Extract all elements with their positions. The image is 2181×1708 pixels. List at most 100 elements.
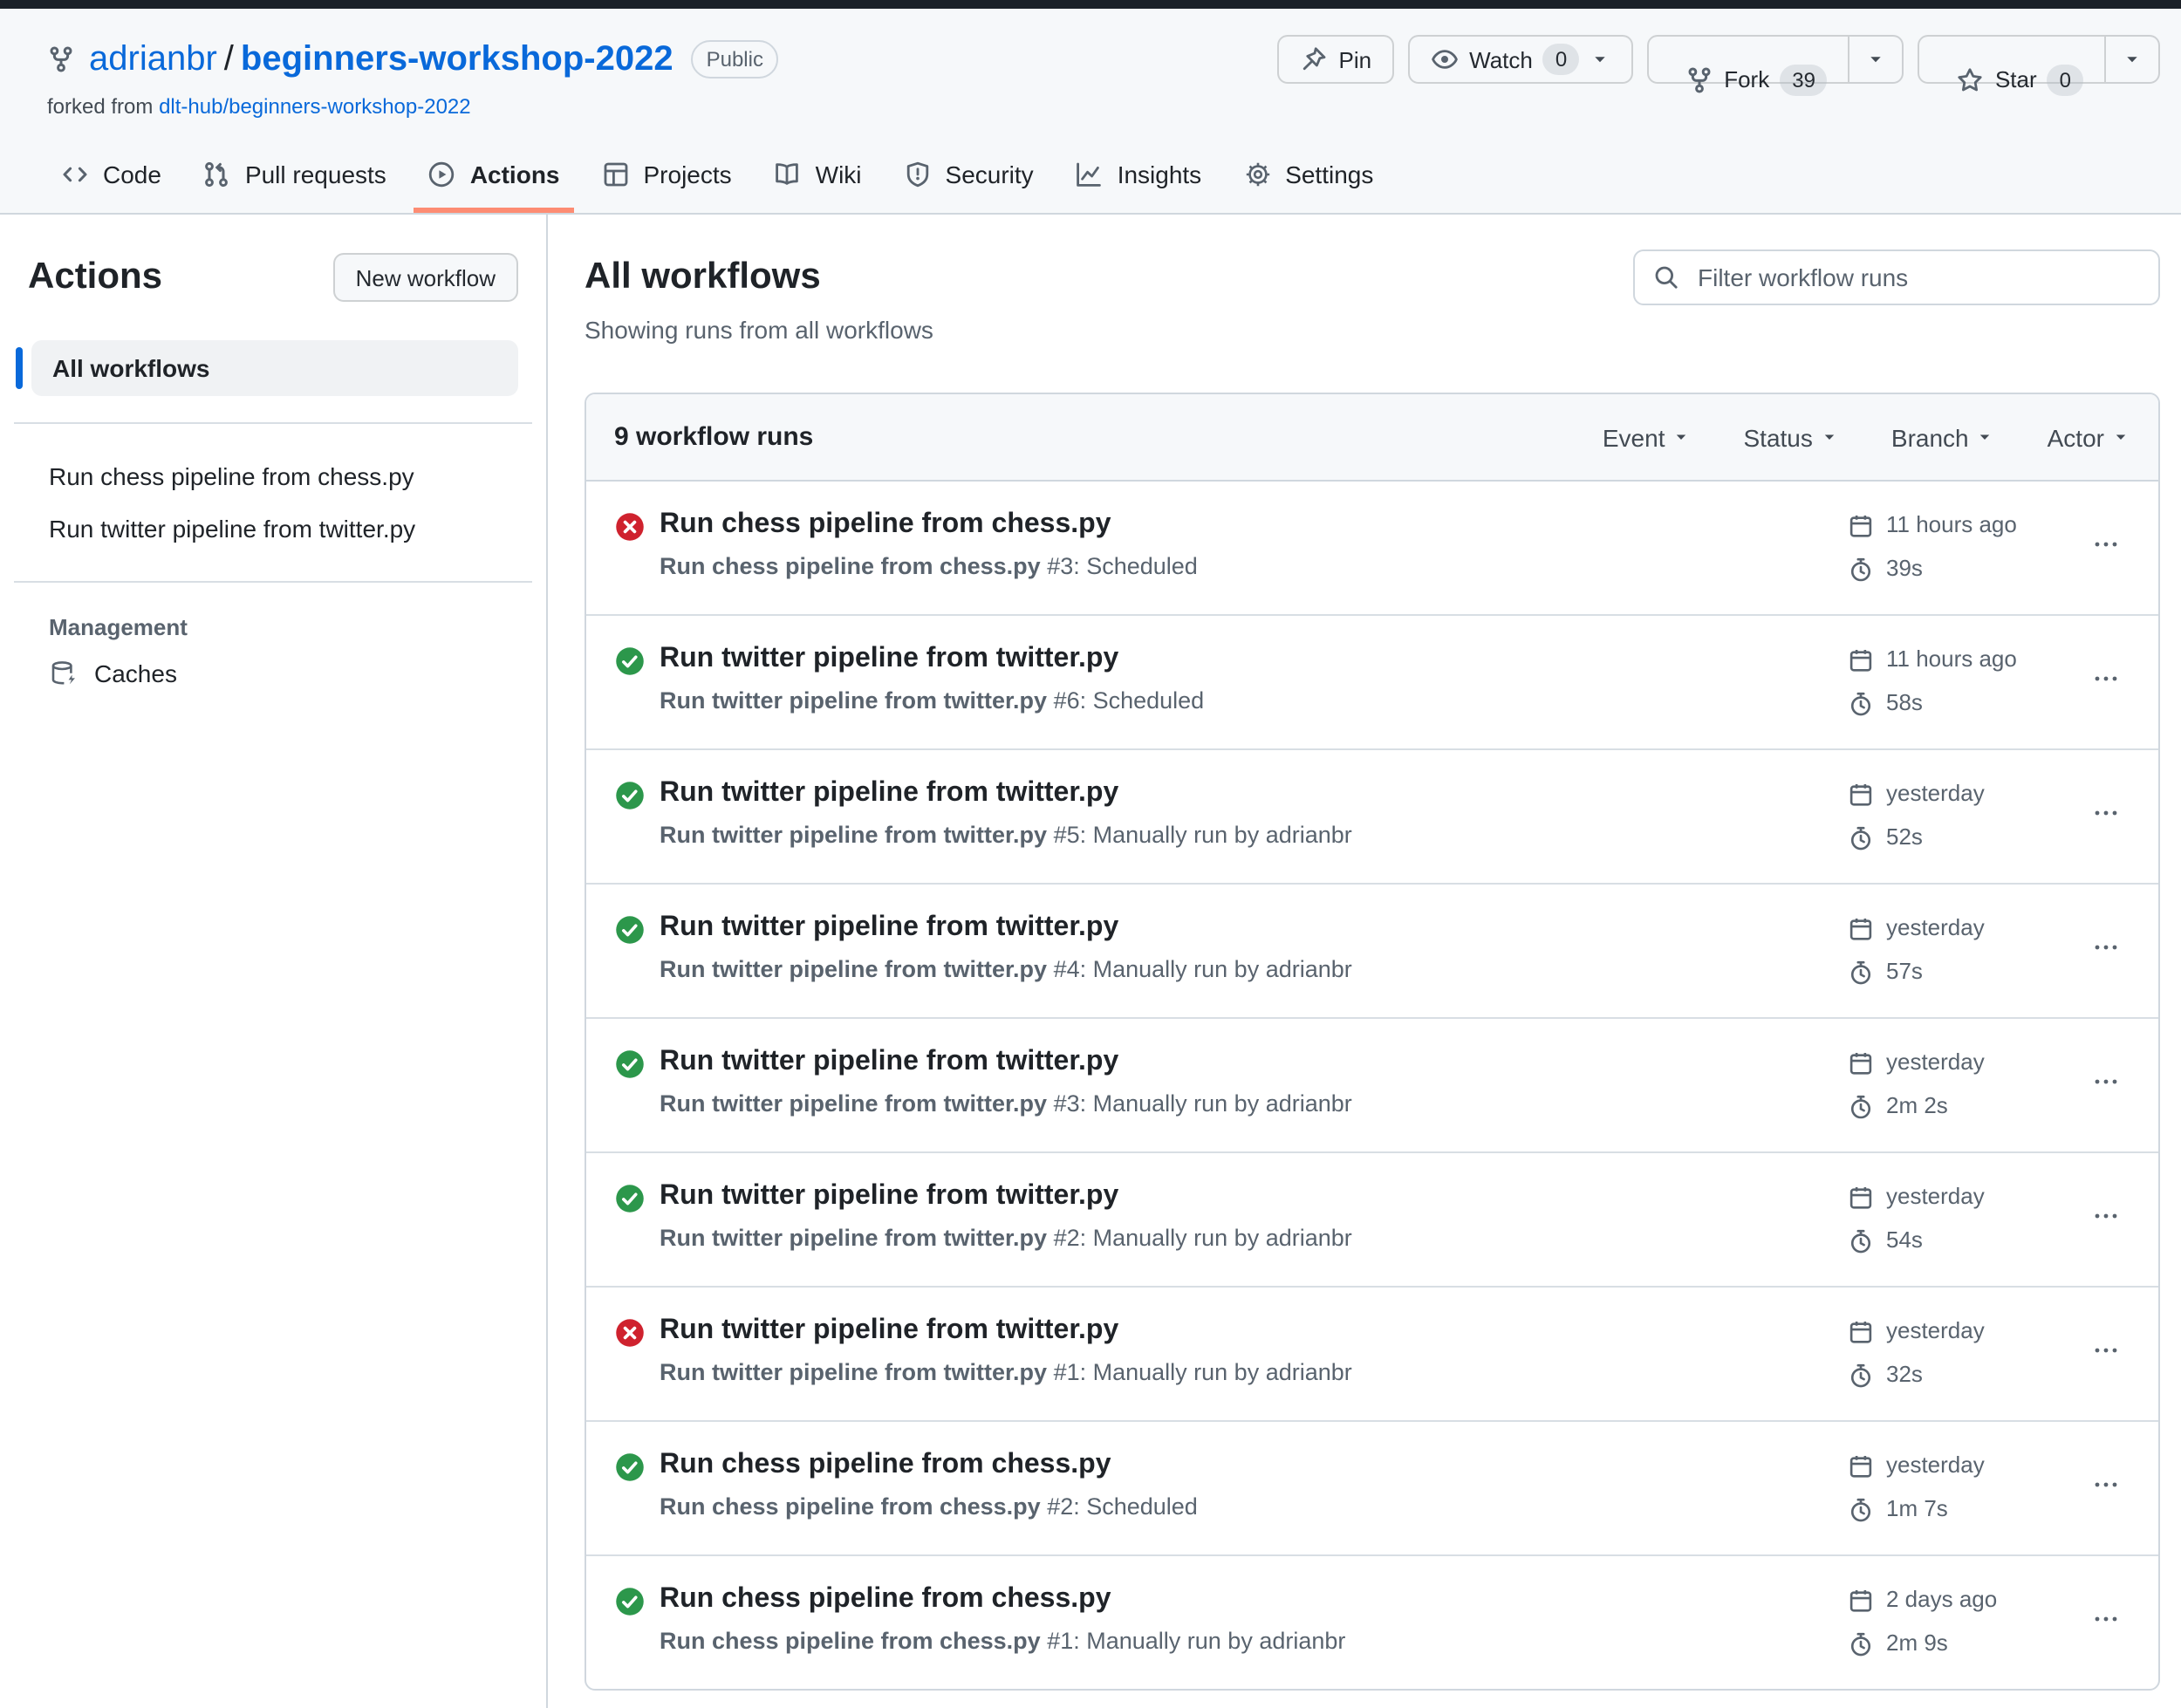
workflow-run-row: Run twitter pipeline from twitter.py Run… (586, 748, 2158, 883)
run-text-block: Run twitter pipeline from twitter.py Run… (660, 1179, 1352, 1254)
calendar-icon (1849, 783, 1872, 805)
run-subtitle: Run chess pipeline from chess.py #2: Sch… (660, 1493, 1198, 1520)
stopwatch-icon (1850, 960, 1871, 984)
kebab-horizontal-icon (2095, 1616, 2117, 1622)
tab-wiki[interactable]: Wiki (760, 147, 876, 213)
run-title-link[interactable]: Run chess pipeline from chess.py (660, 508, 1198, 543)
run-title-link[interactable]: Run chess pipeline from chess.py (660, 1448, 1198, 1483)
calendar-icon (1849, 1589, 1872, 1611)
calendar-icon (1849, 1052, 1872, 1074)
runs-filter-bar: Event Status Branch Actor (1603, 423, 2130, 451)
fork-split-button: Fork 39 (1647, 35, 1904, 95)
tab-code[interactable]: Code (47, 147, 175, 213)
fork-dropdown-button[interactable] (1849, 35, 1904, 84)
main-header: All workflows Showing runs from all work… (585, 249, 2160, 344)
gear-icon (1245, 162, 1269, 187)
branch-filter-dropdown[interactable]: Branch (1891, 423, 1995, 451)
tab-projects[interactable]: Projects (588, 147, 746, 213)
run-text-block: Run twitter pipeline from twitter.py Run… (660, 776, 1352, 851)
new-workflow-button[interactable]: New workflow (332, 253, 518, 302)
sidebar-item-caches[interactable]: Caches (28, 647, 518, 700)
filter-label: Status (1743, 423, 1813, 451)
run-menu-button[interactable] (2085, 1061, 2127, 1108)
run-title-link[interactable]: Run twitter pipeline from twitter.py (660, 642, 1204, 677)
sidebar-item-chess-workflow[interactable]: Run chess pipeline from chess.py (28, 450, 518, 502)
calendar-icon (1849, 918, 1872, 939)
fork-button[interactable]: Fork 39 (1647, 35, 1850, 95)
star-button[interactable]: Star 0 (1918, 35, 2106, 95)
run-duration: 39s (1848, 551, 2061, 586)
actions-sidebar: Actions New workflow All workflows Run c… (0, 215, 548, 1708)
star-label: Star (1994, 66, 2037, 92)
run-time: yesterday (1848, 1314, 2061, 1349)
sidebar-item-twitter-workflow[interactable]: Run twitter pipeline from twitter.py (28, 502, 518, 555)
pin-button[interactable]: Pin (1277, 35, 1395, 84)
run-menu-button[interactable] (2085, 658, 2127, 705)
run-meta: yesterday 1m 7s (1848, 1448, 2061, 1527)
run-menu-button[interactable] (2085, 1598, 2127, 1645)
pin-label: Pin (1338, 46, 1372, 72)
runs-count-label: 9 workflow runs (614, 422, 814, 452)
repo-name-link[interactable]: beginners-workshop-2022 (241, 40, 673, 79)
tab-settings[interactable]: Settings (1229, 147, 1387, 213)
run-time: 11 hours ago (1848, 508, 2061, 543)
run-title-link[interactable]: Run twitter pipeline from twitter.py (660, 776, 1352, 811)
stopwatch-icon (1850, 557, 1871, 581)
run-menu-button[interactable] (2085, 792, 2127, 839)
success-icon (616, 1453, 644, 1481)
run-title-link[interactable]: Run twitter pipeline from twitter.py (660, 1314, 1352, 1349)
workflow-run-row: Run twitter pipeline from twitter.py Run… (586, 1017, 2158, 1151)
filter-label: Branch (1890, 423, 1969, 451)
run-menu-button[interactable] (2085, 1329, 2127, 1377)
run-duration: 2m 2s (1848, 1089, 2061, 1124)
book-icon (776, 163, 799, 185)
workflow-runs-list: Run chess pipeline from chess.py Run che… (586, 482, 2158, 1689)
kebab-horizontal-icon (2095, 542, 2117, 547)
failure-icon (616, 513, 644, 541)
run-title-link[interactable]: Run chess pipeline from chess.py (660, 1582, 1345, 1617)
graph-icon (1077, 162, 1102, 187)
run-title-link[interactable]: Run twitter pipeline from twitter.py (660, 911, 1352, 946)
workflow-run-row: Run chess pipeline from chess.py Run che… (586, 482, 2158, 614)
filter-workflow-runs-input[interactable] (1694, 262, 2141, 293)
run-time: yesterday (1848, 911, 2061, 946)
tab-security[interactable]: Security (890, 147, 1048, 213)
stopwatch-icon (1850, 691, 1871, 715)
run-title-link[interactable]: Run twitter pipeline from twitter.py (660, 1179, 1352, 1214)
event-filter-dropdown[interactable]: Event (1603, 423, 1692, 451)
run-menu-button[interactable] (2085, 523, 2127, 570)
kebab-horizontal-icon (2095, 676, 2117, 681)
tab-label: Security (945, 161, 1034, 188)
calendar-icon (1849, 1321, 1872, 1342)
success-icon (616, 647, 644, 675)
forked-from-link[interactable]: dlt-hub/beginners-workshop-2022 (159, 94, 471, 119)
kebab-horizontal-icon (2095, 1482, 2117, 1487)
run-duration: 54s (1848, 1223, 2061, 1258)
run-subtitle: Run twitter pipeline from twitter.py #5:… (660, 822, 1352, 848)
run-subtitle: Run twitter pipeline from twitter.py #1:… (660, 1359, 1352, 1385)
tab-label: Settings (1285, 161, 1374, 188)
run-text-block: Run chess pipeline from chess.py Run che… (660, 508, 1198, 583)
tab-actions[interactable]: Actions (414, 147, 574, 213)
tab-pull-requests[interactable]: Pull requests (189, 147, 400, 213)
chevron-down-icon (1980, 434, 1990, 441)
run-title-link[interactable]: Run twitter pipeline from twitter.py (660, 1045, 1352, 1080)
run-menu-button[interactable] (2085, 1464, 2127, 1511)
sidebar-item-all-workflows[interactable]: All workflows (31, 340, 518, 396)
visibility-badge: Public (690, 40, 779, 79)
eye-icon (1432, 50, 1459, 69)
actor-filter-dropdown[interactable]: Actor (2048, 423, 2130, 451)
run-time: yesterday (1848, 1448, 2061, 1483)
tab-label: Pull requests (244, 161, 386, 188)
run-text-block: Run twitter pipeline from twitter.py Run… (660, 911, 1352, 986)
run-text-block: Run twitter pipeline from twitter.py Run… (660, 1045, 1352, 1120)
runs-card-header: 9 workflow runs Event Status Branch Acto… (586, 394, 2158, 482)
watch-button[interactable]: Watch 0 (1408, 35, 1634, 84)
run-menu-button[interactable] (2085, 1195, 2127, 1242)
star-dropdown-button[interactable] (2106, 35, 2160, 84)
status-filter-dropdown[interactable]: Status (1744, 423, 1839, 451)
run-menu-button[interactable] (2085, 926, 2127, 974)
tab-insights[interactable]: Insights (1062, 147, 1216, 213)
repo-owner-link[interactable]: adrianbr (89, 40, 217, 79)
filter-label: Actor (2047, 423, 2104, 451)
